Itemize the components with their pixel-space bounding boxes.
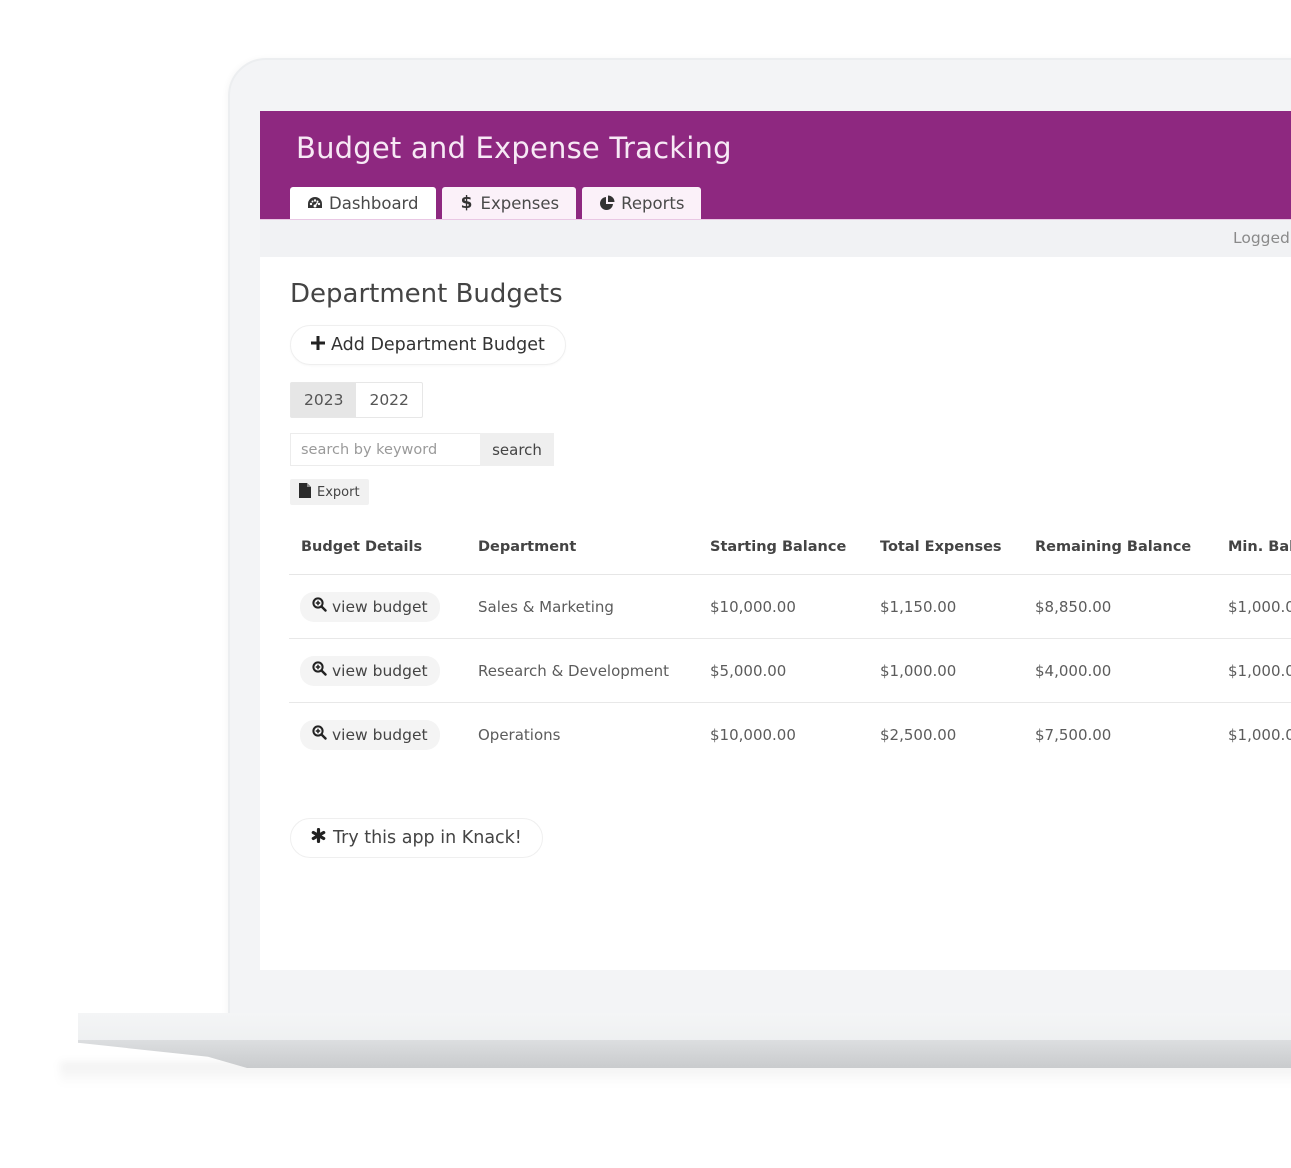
add-button-label: Add Department Budget [331,335,545,355]
file-icon [299,482,311,502]
tab-dashboard[interactable]: Dashboard [290,187,436,219]
cell-department: Operations [478,725,561,744]
view-budget-label: view budget [332,725,428,744]
zoom-in-icon [312,725,327,744]
budgets-table: Budget Details Department Starting Balan… [289,519,1291,766]
export-button[interactable]: Export [290,479,369,505]
cell-total-expenses: $1,000.00 [868,638,1023,703]
pie-chart-icon [599,195,615,211]
cell-remaining-balance: $4,000.00 [1023,638,1216,703]
table-row: view budget Sales & Marketing $10,000.00… [289,574,1291,639]
view-budget-button[interactable]: view budget [300,591,440,622]
cell-min-balance: $1,000.00 [1216,574,1291,639]
column-header[interactable]: Total Expenses [868,519,1023,575]
page-title: Department Budgets [290,279,563,309]
table-row: view budget Operations $10,000.00 $2,500… [289,703,1291,767]
export-label: Export [317,484,360,500]
dashboard-icon [307,195,323,211]
cell-remaining-balance: $7,500.00 [1035,725,1112,744]
table-header-row: Budget Details Department Starting Balan… [289,519,1291,575]
app-header: Budget and Expense Tracking Dashboard $ … [260,111,1291,219]
cell-total-expenses: $1,150.00 [868,574,1023,639]
dollar-icon: $ [460,193,473,213]
asterisk-icon [311,827,326,848]
column-header[interactable]: Min. Bal [1216,519,1291,575]
cell-starting-balance: $10,000.00 [710,725,796,744]
laptop-base-edge [78,1040,1291,1068]
search-form: search [290,433,554,466]
info-bar: Logged [260,219,1291,257]
column-header[interactable]: Remaining Balance [1023,519,1216,575]
column-header[interactable]: Department [466,519,698,575]
app-title: Budget and Expense Tracking [296,131,732,165]
column-header[interactable]: Budget Details [289,519,466,575]
year-filter: 2023 2022 [290,382,423,418]
year-option-2023[interactable]: 2023 [291,383,357,417]
tab-label: Dashboard [329,193,419,213]
cell-department: Research & Development [466,638,698,703]
nav-tabs: Dashboard $ Expenses Reports [290,187,702,219]
try-button-label: Try this app in Knack! [333,828,522,848]
view-budget-button[interactable]: view budget [300,655,440,686]
cell-min-balance: $1,000.00 [1228,725,1291,744]
table-row: view budget Research & Development $5,00… [289,638,1291,703]
cell-action: view budget [289,703,466,767]
cell-remaining-balance: $8,850.00 [1023,574,1216,639]
view-budget-label: view budget [332,661,428,680]
year-option-2022[interactable]: 2022 [356,383,421,417]
cell-starting-balance: $10,000.00 [698,574,868,639]
tab-label: Expenses [480,193,560,213]
tab-reports[interactable]: Reports [582,187,702,219]
zoom-in-icon [312,661,327,680]
column-header[interactable]: Starting Balance [698,519,868,575]
search-button[interactable]: search [480,433,554,466]
try-in-knack-button[interactable]: Try this app in Knack! [290,818,543,858]
cell-min-balance: $1,000.00 [1216,638,1291,703]
cell-action: view budget [289,638,466,703]
plus-icon [311,335,325,355]
app-screen: Budget and Expense Tracking Dashboard $ … [260,111,1291,970]
cell-starting-balance: $5,000.00 [698,638,868,703]
view-budget-label: view budget [332,597,428,616]
add-department-budget-button[interactable]: Add Department Budget [290,325,566,365]
zoom-in-icon [312,597,327,616]
laptop-base [78,1013,1291,1043]
tab-label: Reports [621,193,685,213]
tab-expenses[interactable]: $ Expenses [441,187,577,219]
view-budget-button[interactable]: view budget [300,719,440,750]
cell-action: view budget [289,574,466,639]
cell-total-expenses: $2,500.00 [880,725,957,744]
search-input[interactable] [290,433,480,466]
laptop-mockup: Budget and Expense Tracking Dashboard $ … [0,0,1291,1168]
logged-in-text: Logged [1233,229,1290,247]
cell-department: Sales & Marketing [466,574,698,639]
